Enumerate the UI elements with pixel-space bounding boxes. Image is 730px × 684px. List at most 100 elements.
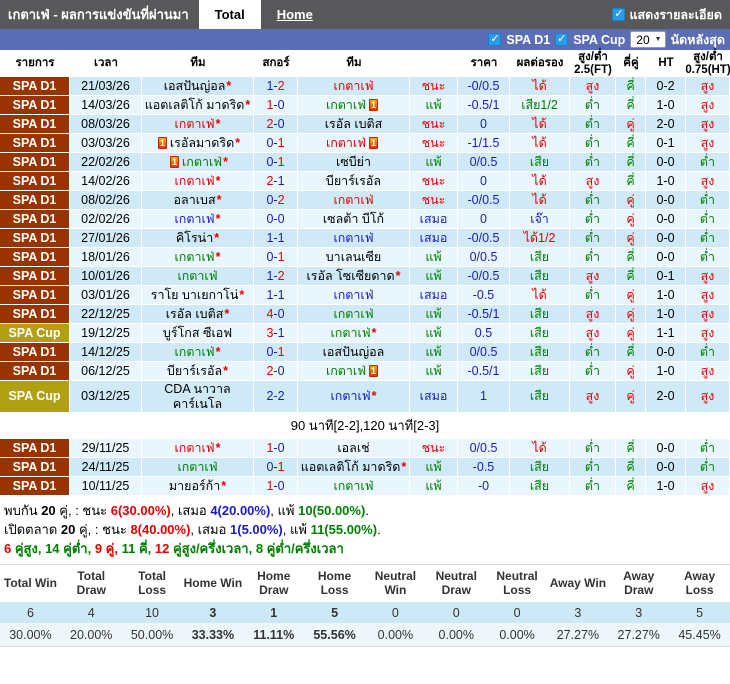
match-result: ชนะ: [410, 134, 458, 153]
handicap-price: -0/0.5: [458, 77, 510, 96]
away-goals: 1: [278, 326, 285, 340]
home-team-name: เกตาเฟ่: [175, 212, 215, 226]
handicap-price: 0/0.5: [458, 343, 510, 362]
ht-score: 0-0: [646, 439, 686, 458]
ht-score: 0-0: [646, 343, 686, 362]
summary-segment: เปิดตลาด: [4, 522, 61, 537]
over-under-ft: สูง: [570, 267, 616, 286]
stats-count-cell: 0: [426, 602, 487, 623]
home-star-icon: *: [216, 117, 221, 131]
match-score: 0-1: [254, 134, 298, 153]
away-team-name: แอตเลติโก้ มาดริด: [301, 460, 401, 474]
summary-segment: 20: [61, 522, 75, 537]
over-under-ht: สูง: [686, 115, 730, 134]
ht-score: 1-1: [646, 324, 686, 343]
home-team-name: เกตาเฟ่: [175, 250, 215, 264]
summary-segment: คู่ต่ำ/ครึ่งเวลา: [263, 541, 344, 556]
handicap-result: เสีย: [510, 477, 570, 496]
over-under-ft: ต่ำ: [570, 210, 616, 229]
match-result: แพ้: [410, 153, 458, 172]
away-team-name: เรอัล โซเซียดาด: [306, 269, 394, 283]
red-card-icon: 1: [158, 137, 167, 149]
stats-percent-cell: 55.56%: [304, 623, 365, 646]
summary-segment: , เสมอ: [171, 503, 211, 518]
home-team-name: แอตเลติโก้ มาดริด: [145, 98, 245, 112]
filter-bar: ✓ SPA D1 ✓ SPA Cup 20 ▼ นัดหลังสุด: [0, 29, 730, 50]
away-goals: 0: [278, 479, 285, 493]
home-goals: 3: [266, 326, 273, 340]
ht-score: 0-0: [646, 458, 686, 477]
stats-count-cell: 3: [182, 602, 243, 623]
stats-percent-cell: 27.27%: [608, 623, 669, 646]
stats-percent-cell: 30.00%: [0, 623, 61, 646]
red-card-icon: 1: [170, 156, 179, 168]
league-filter-spa-d1-checkbox[interactable]: ✓: [488, 33, 501, 46]
home-star-icon: *: [223, 155, 228, 169]
column-header: [410, 50, 458, 77]
ht-score: 0-1: [646, 267, 686, 286]
ht-score: 1-0: [646, 362, 686, 381]
home-team-name: อลาเบส: [174, 193, 216, 207]
home-team-name: เกตาเฟ่: [177, 460, 217, 474]
summary-segment: คู่, : ชนะ: [56, 503, 111, 518]
match-result: แพ้: [410, 248, 458, 267]
tab-total[interactable]: Total: [199, 0, 261, 29]
handicap-price: 0: [458, 172, 510, 191]
home-star-icon: *: [372, 389, 377, 403]
match-date: 03/03/26: [70, 134, 142, 153]
home-star-icon: *: [216, 174, 221, 188]
summary-segment: 6(30.00%): [111, 503, 171, 518]
match-date: 22/02/26: [70, 153, 142, 172]
ht-score: 1-0: [646, 305, 686, 324]
match-count-select[interactable]: 20 ▼: [630, 31, 665, 48]
match-result: แพ้: [410, 458, 458, 477]
check-icon: ✓: [490, 33, 499, 45]
odd-even: คี่: [616, 458, 646, 477]
stats-percent-cell: 0.00%: [487, 623, 548, 646]
summary-segment: .: [377, 522, 381, 537]
handicap-price: 1: [458, 381, 510, 413]
league-filter-spa-cup-checkbox[interactable]: ✓: [555, 33, 568, 46]
over-under-ft: ต่ำ: [570, 115, 616, 134]
away-goals: 0: [278, 307, 285, 321]
match-date: 08/03/26: [70, 115, 142, 134]
home-goals: 0: [266, 250, 273, 264]
match-result: ชนะ: [410, 172, 458, 191]
table-header: รายการเวลาทีมสกอร์ทีมราคาผลต่อรองสูง/ต่ำ…: [0, 50, 730, 77]
stats-percent-cell: 45.45%: [669, 623, 730, 646]
table-row: SPA D118/01/26เกตาเฟ่*0-1บาเลนเซียแพ้0/0…: [0, 248, 730, 267]
home-goals: 0: [266, 345, 273, 359]
tab-home[interactable]: Home: [261, 0, 329, 29]
away-goals: 2: [278, 389, 285, 403]
column-header: ราคา: [458, 50, 510, 77]
home-team-name: เกตาเฟ่: [175, 441, 215, 455]
summary-segment: คู่, : ชนะ: [75, 522, 130, 537]
home-goals: 1: [266, 231, 273, 245]
show-details-checkbox[interactable]: ✓: [612, 8, 625, 21]
away-goals: 1: [278, 345, 285, 359]
results-widget: เกตาเฟ่ - ผลการแข่งขันที่ผ่านมา Total Ho…: [0, 0, 730, 647]
stats-percent-cell: 20.00%: [61, 623, 122, 646]
away-team: เกตาเฟ่1: [298, 96, 410, 115]
table-row: SPA D121/03/26เอสปันญ่อล*1-2เกตาเฟ่ชนะ-0…: [0, 77, 730, 96]
away-team: เอสปันญ่อล: [298, 343, 410, 362]
summary-segment: 14: [45, 541, 59, 556]
league-badge: SPA D1: [0, 134, 70, 153]
summary-segment: 8: [256, 541, 263, 556]
table-row: SPA D106/12/25บียาร์เรอัล*2-0เกตาเฟ่1แพ้…: [0, 362, 730, 381]
odd-even: คู่: [616, 324, 646, 343]
over-under-ht: สูง: [686, 96, 730, 115]
handicap-price: -0.5: [458, 286, 510, 305]
league-badge: SPA D1: [0, 267, 70, 286]
table-row: SPA D124/11/25เกตาเฟ่0-1แอตเลติโก้ มาดริ…: [0, 458, 730, 477]
table-row: SPA D129/11/25เกตาเฟ่*1-0เอลเช่ชนะ0/0.5ไ…: [0, 439, 730, 458]
summary-segment: 20: [41, 503, 55, 518]
stats-count-row: 6410315000335: [0, 602, 730, 623]
over-under-ft: สูง: [570, 77, 616, 96]
match-date: 24/11/25: [70, 458, 142, 477]
away-team: เกตาเฟ่*: [298, 324, 410, 343]
home-goals: 2: [266, 364, 273, 378]
match-date: 19/12/25: [70, 324, 142, 343]
match-date: 10/11/25: [70, 477, 142, 496]
column-header: ทีม: [298, 50, 410, 77]
